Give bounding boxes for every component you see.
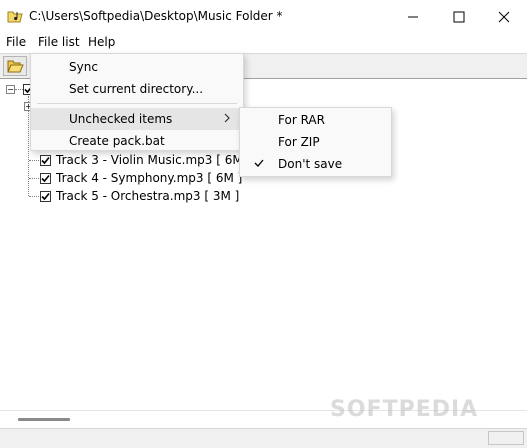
menu-item-sync[interactable]: Sync	[31, 56, 243, 78]
menu-item-label: Set current directory...	[69, 82, 204, 96]
submenu-item-label: For RAR	[278, 113, 325, 127]
unchecked-items-submenu: For RAR For ZIP Don't save	[239, 107, 392, 177]
checkmark-icon	[41, 156, 50, 164]
menu-help[interactable]: Help	[88, 35, 115, 49]
tree-connector	[29, 160, 39, 161]
submenu-item-label: Don't save	[278, 157, 343, 171]
status-bar	[0, 428, 527, 448]
menu-item-label: Create pack.bat	[69, 134, 165, 148]
title-bar: C:\Users\Softpedia\Desktop\Music Folder …	[0, 0, 527, 33]
chevron-right-icon	[224, 113, 230, 123]
check-icon	[254, 159, 264, 167]
submenu-item-label: For ZIP	[278, 135, 320, 149]
watermark: SOFTPEDIA	[330, 397, 479, 422]
minimize-icon	[408, 16, 418, 17]
close-button[interactable]	[481, 0, 527, 33]
track-label: Track 3 - Violin Music.mp3 [ 6M ]	[56, 153, 252, 167]
submenu-item-for-zip[interactable]: For ZIP	[240, 131, 391, 153]
music-folder-icon	[7, 11, 23, 23]
tree-item-track-3[interactable]: Track 3 - Violin Music.mp3 [ 6M ]	[40, 151, 251, 169]
track-checkbox[interactable]	[40, 172, 51, 184]
track-label: Track 5 - Orchestra.mp3 [ 3M ]	[56, 189, 240, 203]
track-checkbox[interactable]	[40, 190, 51, 202]
tree-connector	[29, 178, 39, 179]
menu-item-unchecked-items[interactable]: Unchecked items	[31, 108, 243, 130]
menu-file[interactable]: File	[6, 35, 26, 49]
window-title: C:\Users\Softpedia\Desktop\Music Folder …	[29, 9, 283, 23]
tree-item-track-4[interactable]: Track 4 - Symphony.mp3 [ 6M ]	[40, 169, 242, 187]
menu-item-create-pack-bat[interactable]: Create pack.bat	[31, 130, 243, 152]
tree-connector	[28, 96, 29, 196]
tree-connector	[29, 196, 39, 197]
menu-file-list[interactable]: File list	[38, 35, 80, 49]
tree-connector	[15, 89, 23, 90]
checkmark-icon	[41, 174, 50, 182]
maximize-icon	[453, 11, 465, 22]
close-icon	[498, 11, 510, 22]
menu-separator	[37, 103, 237, 104]
tree-item-track-5[interactable]: Track 5 - Orchestra.mp3 [ 3M ]	[40, 187, 239, 205]
status-pane	[488, 431, 524, 445]
menu-bar: File File list Help	[0, 33, 527, 54]
tree-expander-root[interactable]: −	[6, 85, 15, 94]
menu-item-label: Unchecked items	[69, 112, 173, 126]
open-folder-icon	[6, 60, 24, 73]
scrollbar-thumb[interactable]	[18, 418, 70, 421]
file-list-menu: Sync Set current directory... Unchecked …	[30, 53, 244, 151]
open-folder-button[interactable]	[3, 56, 27, 76]
track-label: Track 4 - Symphony.mp3 [ 6M ]	[56, 171, 243, 185]
track-checkbox[interactable]	[40, 154, 51, 166]
menu-item-set-current-directory[interactable]: Set current directory...	[31, 78, 243, 100]
checkmark-icon	[41, 192, 50, 200]
maximize-button[interactable]	[436, 0, 482, 33]
submenu-item-for-rar[interactable]: For RAR	[240, 109, 391, 131]
menu-item-label: Sync	[69, 60, 98, 74]
minimize-button[interactable]	[390, 0, 436, 33]
submenu-item-dont-save[interactable]: Don't save	[240, 153, 391, 175]
